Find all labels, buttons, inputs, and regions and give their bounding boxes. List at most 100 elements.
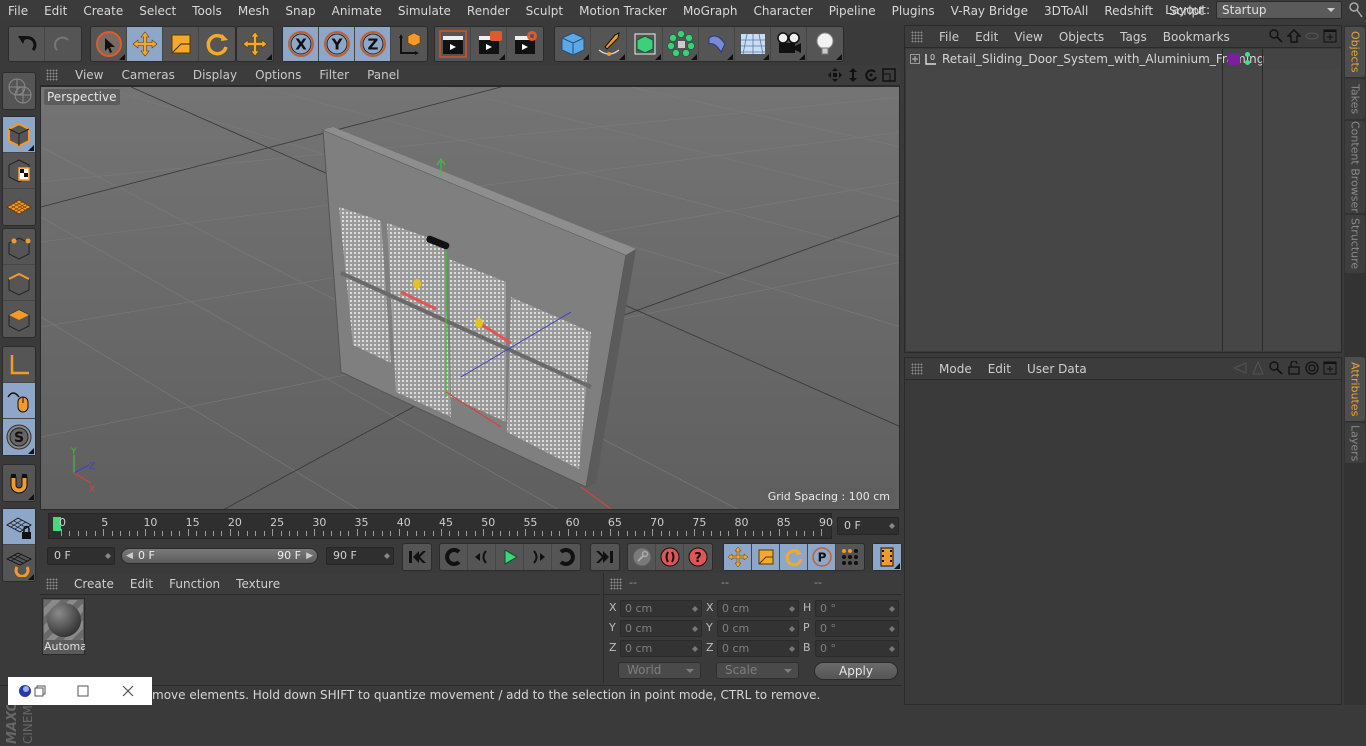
layer-color-tag[interactable]: [1228, 53, 1240, 65]
cloner-button[interactable]: [663, 27, 699, 61]
previous-key-button[interactable]: [440, 544, 468, 570]
render-view-button[interactable]: [435, 27, 471, 61]
search-icon[interactable]: [1269, 29, 1283, 43]
bend-deformer-button[interactable]: [699, 27, 735, 61]
key-parameter-button[interactable]: P: [808, 544, 836, 570]
make-editable-button[interactable]: [3, 73, 35, 109]
pen-spline-button[interactable]: [591, 27, 627, 61]
render-to-picture-viewer-button[interactable]: [471, 27, 507, 61]
polygons-mode-button[interactable]: [3, 301, 35, 337]
om-menu-objects[interactable]: Objects: [1051, 30, 1112, 44]
tab-layers[interactable]: Layers: [1345, 423, 1365, 463]
goto-end-button[interactable]: [591, 544, 619, 570]
editor-visibility-dot[interactable]: [1245, 52, 1250, 57]
scale-tool-button[interactable]: [163, 27, 199, 61]
next-key-button[interactable]: [552, 544, 580, 570]
maximize-icon[interactable]: [77, 685, 89, 697]
viewport-menu-cameras[interactable]: Cameras: [112, 68, 183, 82]
lock-workplane-button[interactable]: [3, 509, 35, 545]
viewport-menu-filter[interactable]: Filter: [310, 68, 358, 82]
menu-vray-bridge[interactable]: V-Ray Bridge: [943, 0, 1036, 22]
key-position-button[interactable]: [724, 544, 752, 570]
panel-grip[interactable]: [610, 577, 622, 590]
camera-button[interactable]: [771, 27, 807, 61]
position-z-field[interactable]: 0 cm: [620, 640, 702, 657]
new-window-icon[interactable]: [1323, 29, 1337, 43]
menu-snap[interactable]: Snap: [277, 0, 323, 22]
end-frame-field[interactable]: 90 F: [326, 547, 394, 565]
menu-redshift[interactable]: Redshift: [1096, 0, 1161, 22]
menu-sculpt[interactable]: Sculpt: [518, 0, 571, 22]
menu-render[interactable]: Render: [459, 0, 518, 22]
viewport-menu-panel[interactable]: Panel: [358, 68, 408, 82]
attr-menu-mode[interactable]: Mode: [931, 362, 980, 376]
menu-3dtoall[interactable]: 3DToAll: [1036, 0, 1096, 22]
menu-mograph[interactable]: MoGraph: [675, 0, 746, 22]
rotate-tool-button[interactable]: [199, 27, 235, 61]
object-list-area[interactable]: [906, 69, 1342, 351]
axis-mode-button[interactable]: [3, 347, 35, 383]
zoom-icon[interactable]: [846, 68, 860, 82]
size-z-field[interactable]: 0 cm: [717, 640, 799, 657]
panel-grip[interactable]: [911, 30, 923, 43]
expand-icon[interactable]: [910, 54, 920, 64]
edges-mode-button[interactable]: [3, 265, 35, 301]
rotation-p-field[interactable]: 0 °: [815, 620, 899, 637]
panel-grip[interactable]: [46, 577, 58, 590]
goto-start-button[interactable]: [403, 544, 431, 570]
position-x-field[interactable]: 0 cm: [620, 600, 702, 617]
solo-button[interactable]: S: [3, 419, 35, 455]
rotation-h-field[interactable]: 0 °: [815, 600, 899, 617]
attr-menu-edit[interactable]: Edit: [980, 362, 1019, 376]
points-mode-button[interactable]: [3, 229, 35, 265]
menu-select[interactable]: Select: [131, 0, 184, 22]
apply-button[interactable]: Apply: [814, 662, 898, 680]
z-axis-lock-button[interactable]: Z: [355, 27, 391, 61]
record-active-button[interactable]: [656, 544, 684, 570]
search-icon[interactable]: [1349, 2, 1363, 18]
maximize-view-icon[interactable]: [882, 68, 896, 82]
play-button[interactable]: [496, 544, 524, 570]
up-arrow-icon[interactable]: [1251, 361, 1265, 375]
menu-tools[interactable]: Tools: [184, 0, 230, 22]
rotation-b-field[interactable]: 0 °: [815, 640, 899, 657]
close-icon[interactable]: [122, 685, 134, 697]
workplane-mode-button[interactable]: [3, 189, 35, 225]
restore-icon[interactable]: [34, 685, 46, 697]
redo-button[interactable]: [45, 27, 81, 61]
new-window-icon[interactable]: [1323, 361, 1337, 375]
camera-label[interactable]: Perspective: [44, 89, 120, 105]
target-icon[interactable]: [1305, 361, 1319, 375]
transform-mode-dropdown[interactable]: Scale: [716, 662, 799, 679]
orbit-icon[interactable]: [864, 68, 878, 82]
unlock-icon[interactable]: [1287, 361, 1301, 375]
om-menu-file[interactable]: File: [931, 30, 967, 44]
om-menu-view[interactable]: View: [1006, 30, 1050, 44]
position-y-field[interactable]: 0 cm: [620, 620, 702, 637]
snap-button[interactable]: [3, 465, 35, 501]
material-swatch[interactable]: Automa: [42, 598, 85, 655]
key-rotation-button[interactable]: [780, 544, 808, 570]
perspective-viewport[interactable]: Y Z X Perspective Grid Spacing : 100 cm: [40, 86, 900, 510]
model-mode-button[interactable]: [3, 117, 35, 153]
om-menu-edit[interactable]: Edit: [967, 30, 1006, 44]
motion-record-button[interactable]: [628, 544, 656, 570]
subdivision-surface-button[interactable]: [627, 27, 663, 61]
light-button[interactable]: [807, 27, 843, 61]
x-axis-lock-button[interactable]: X: [283, 27, 319, 61]
menu-pipeline[interactable]: Pipeline: [821, 0, 884, 22]
previous-frame-button[interactable]: [468, 544, 496, 570]
y-axis-lock-button[interactable]: Y: [319, 27, 355, 61]
material-menu-texture[interactable]: Texture: [228, 577, 288, 591]
panel-grip[interactable]: [46, 69, 58, 81]
material-menu-function[interactable]: Function: [161, 577, 228, 591]
timeline-window-button[interactable]: [873, 544, 901, 570]
coordinate-system-button[interactable]: [391, 27, 427, 61]
menu-character[interactable]: Character: [745, 0, 820, 22]
floor-button[interactable]: [735, 27, 771, 61]
coordinate-mode-dropdown[interactable]: World: [618, 662, 701, 679]
tab-attributes[interactable]: Attributes: [1345, 357, 1365, 421]
start-frame-field[interactable]: 0 F: [47, 547, 115, 565]
material-menu-edit[interactable]: Edit: [122, 577, 161, 591]
viewport-menu-view[interactable]: View: [66, 68, 112, 82]
